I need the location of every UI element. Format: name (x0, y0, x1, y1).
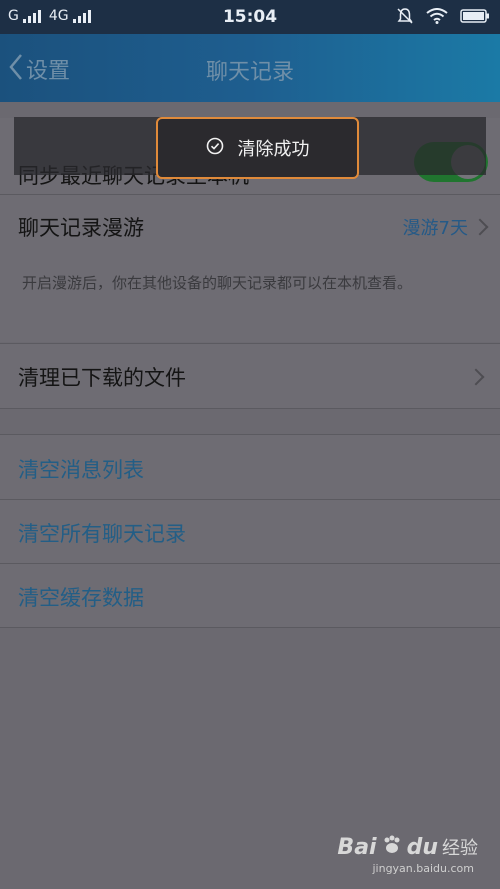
roaming-value-text: 漫游7天 (402, 218, 468, 239)
watermark-brand-suffix: du (406, 834, 438, 860)
mute-bell-icon (396, 7, 414, 29)
wifi-icon (426, 8, 448, 28)
downloaded-files-row[interactable]: 清理已下载的文件 (0, 344, 500, 408)
page-title: 聊天记录 (205, 60, 294, 85)
paw-icon (381, 834, 403, 860)
nav-bar: 设置 聊天记录 (0, 34, 500, 102)
baidu-watermark: Bai du 经验 (337, 834, 478, 860)
roaming-value: 漫游7天 (402, 214, 489, 240)
clear-all-chats-button[interactable]: 清空所有聊天记录 (18, 518, 186, 548)
roaming-row[interactable]: 聊天记录漫游 漫游7天 (0, 194, 500, 258)
watermark-url: jingyan.baidu.com (372, 862, 474, 875)
watermark-jingyan: 经验 (442, 838, 478, 859)
check-circle-icon (206, 137, 224, 159)
watermark-brand: Bai (337, 834, 377, 860)
success-toast: 清除成功 (156, 117, 359, 179)
clear-cache-button[interactable]: 清空缓存数据 (18, 582, 144, 612)
roaming-description: 开启漫游后，你在其他设备的聊天记录都可以在本机查看。 (22, 274, 413, 292)
battery-icon (460, 8, 490, 28)
downloaded-files-label: 清理已下载的文件 (18, 366, 186, 390)
toast-text: 清除成功 (237, 139, 310, 160)
clear-message-list-button[interactable]: 清空消息列表 (18, 454, 144, 484)
status-bar: G 4G 15:04 (0, 0, 500, 34)
chevron-right-icon (467, 368, 485, 386)
chevron-right-icon (471, 218, 489, 236)
roaming-label: 聊天记录漫游 (18, 216, 144, 240)
